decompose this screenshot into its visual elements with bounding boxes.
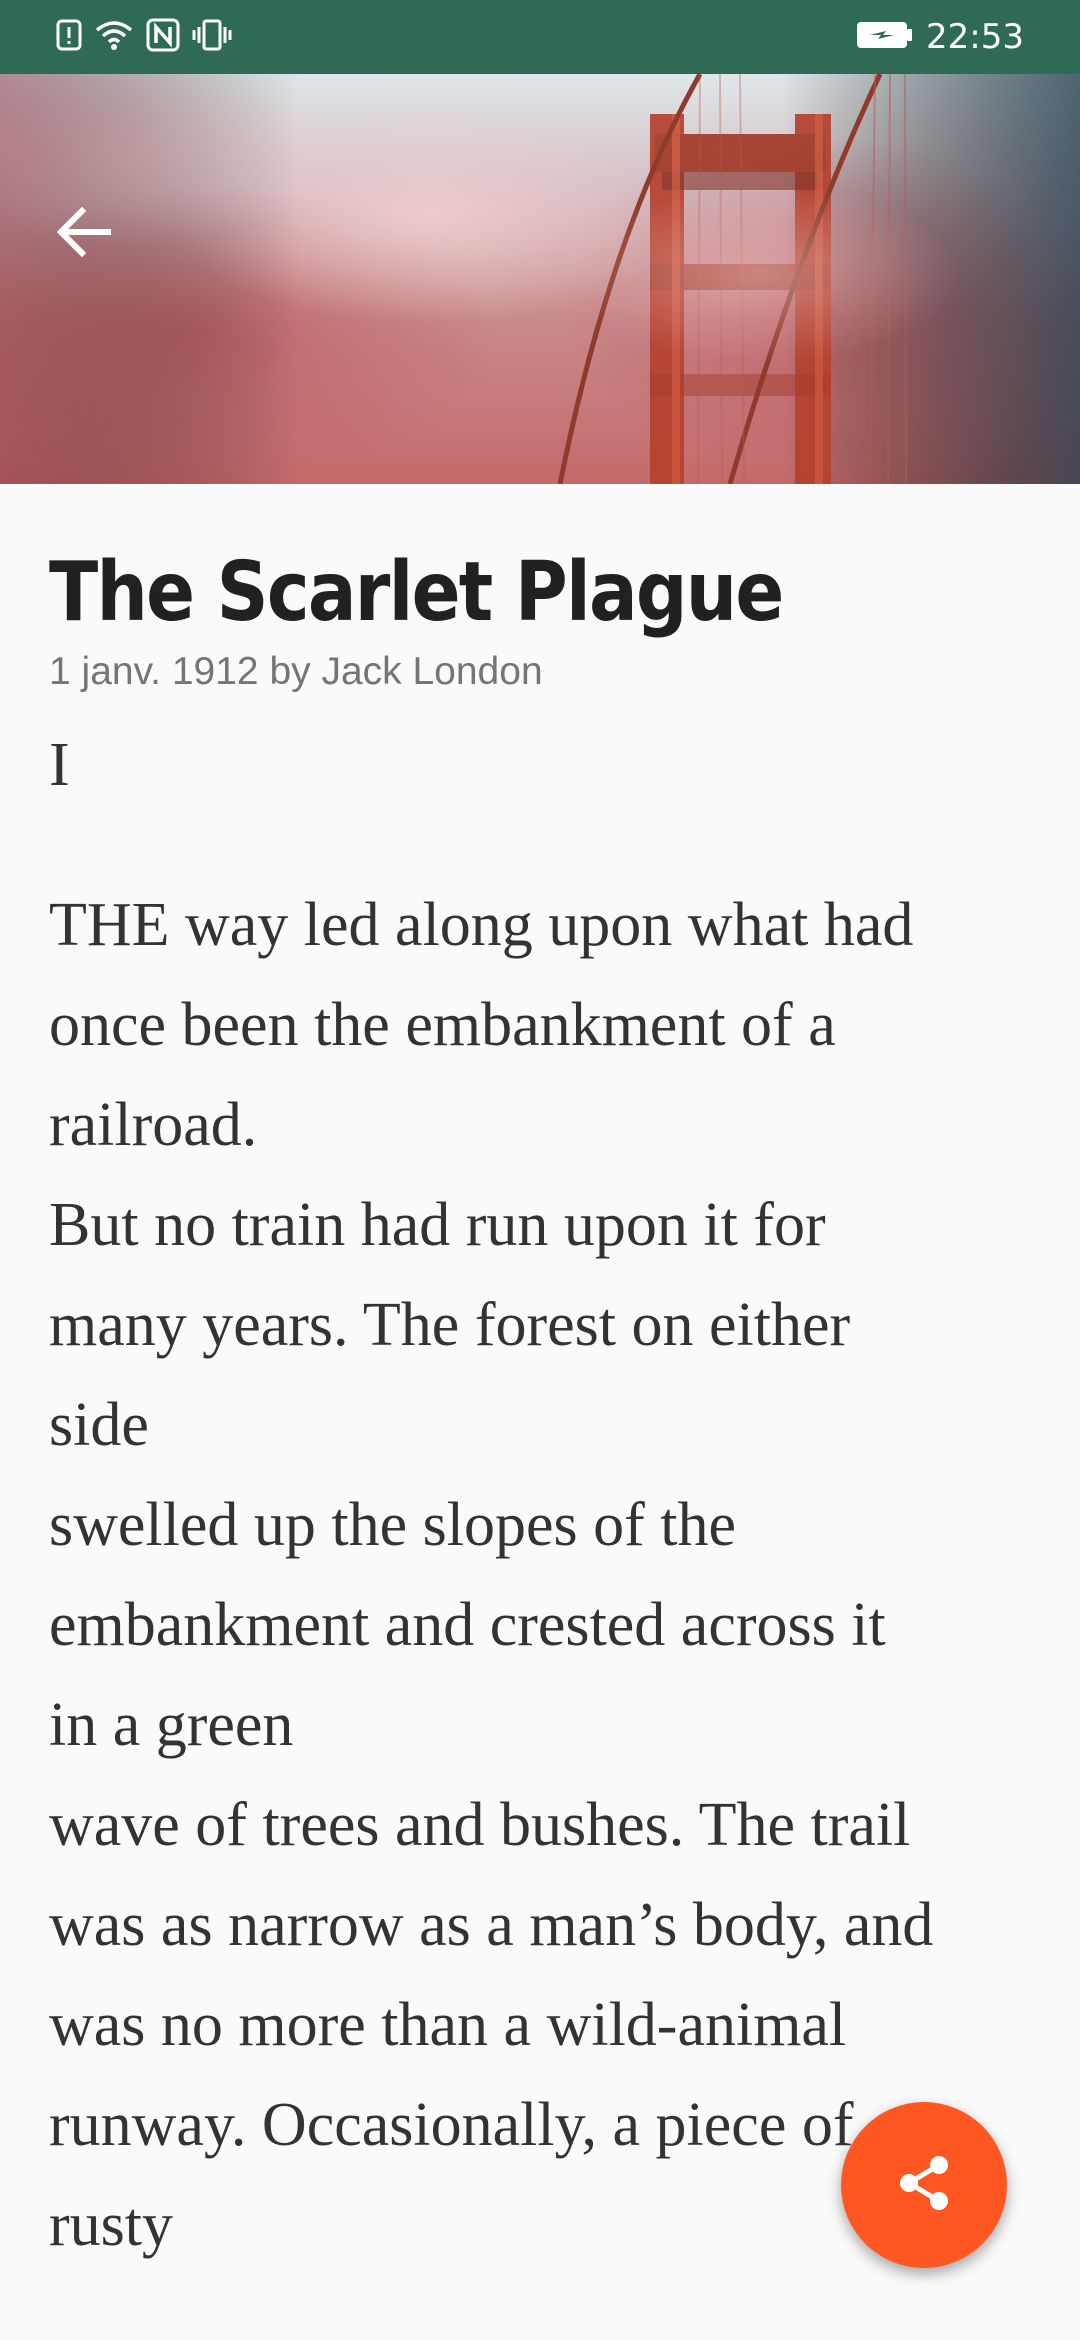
body-line: in a green xyxy=(49,1690,294,1759)
body-line: wave of trees and bushes. The trail xyxy=(49,1790,911,1859)
body-line: railroad. xyxy=(49,1090,258,1159)
share-button[interactable] xyxy=(841,2102,1007,2268)
back-arrow-icon xyxy=(56,206,112,262)
article-body: THE way led along upon what had once bee… xyxy=(49,875,1039,2275)
body-line: side xyxy=(49,1390,149,1459)
nfc-icon xyxy=(146,18,180,57)
wifi-icon xyxy=(94,18,134,57)
body-line: swelled up the slopes of the xyxy=(49,1490,737,1559)
body-line: once been the embankment of a xyxy=(49,990,836,1059)
header-image xyxy=(0,74,1080,484)
status-icons-left xyxy=(56,18,232,57)
status-time: 22:53 xyxy=(926,17,1024,57)
article-meta: 1 janv. 1912 by Jack London xyxy=(49,650,543,694)
vibrate-icon xyxy=(192,18,232,57)
body-line: was as narrow as a man’s body, and xyxy=(49,1890,934,1959)
golden-gate-bridge-fog-image xyxy=(0,74,1080,484)
body-line: But no train had run upon it for xyxy=(49,1190,826,1259)
battery-charging-icon xyxy=(856,21,914,54)
article-title: The Scarlet Plague xyxy=(49,545,784,640)
alert-icon xyxy=(56,18,82,57)
body-line: many years. The forest on either xyxy=(49,1290,851,1359)
status-bar: 22:53 xyxy=(0,0,1080,74)
body-line: embankment and crested across it xyxy=(49,1590,886,1659)
body-line: was no more than a wild-animal xyxy=(49,1990,847,2059)
status-icons-right: 22:53 xyxy=(856,17,1024,57)
back-button[interactable] xyxy=(44,194,124,274)
share-icon xyxy=(893,2152,955,2219)
article-content: The Scarlet Plague 1 janv. 1912 by Jack … xyxy=(49,484,1039,2275)
chapter-heading: I xyxy=(49,731,70,800)
body-line: THE way led along upon what had xyxy=(49,890,914,959)
